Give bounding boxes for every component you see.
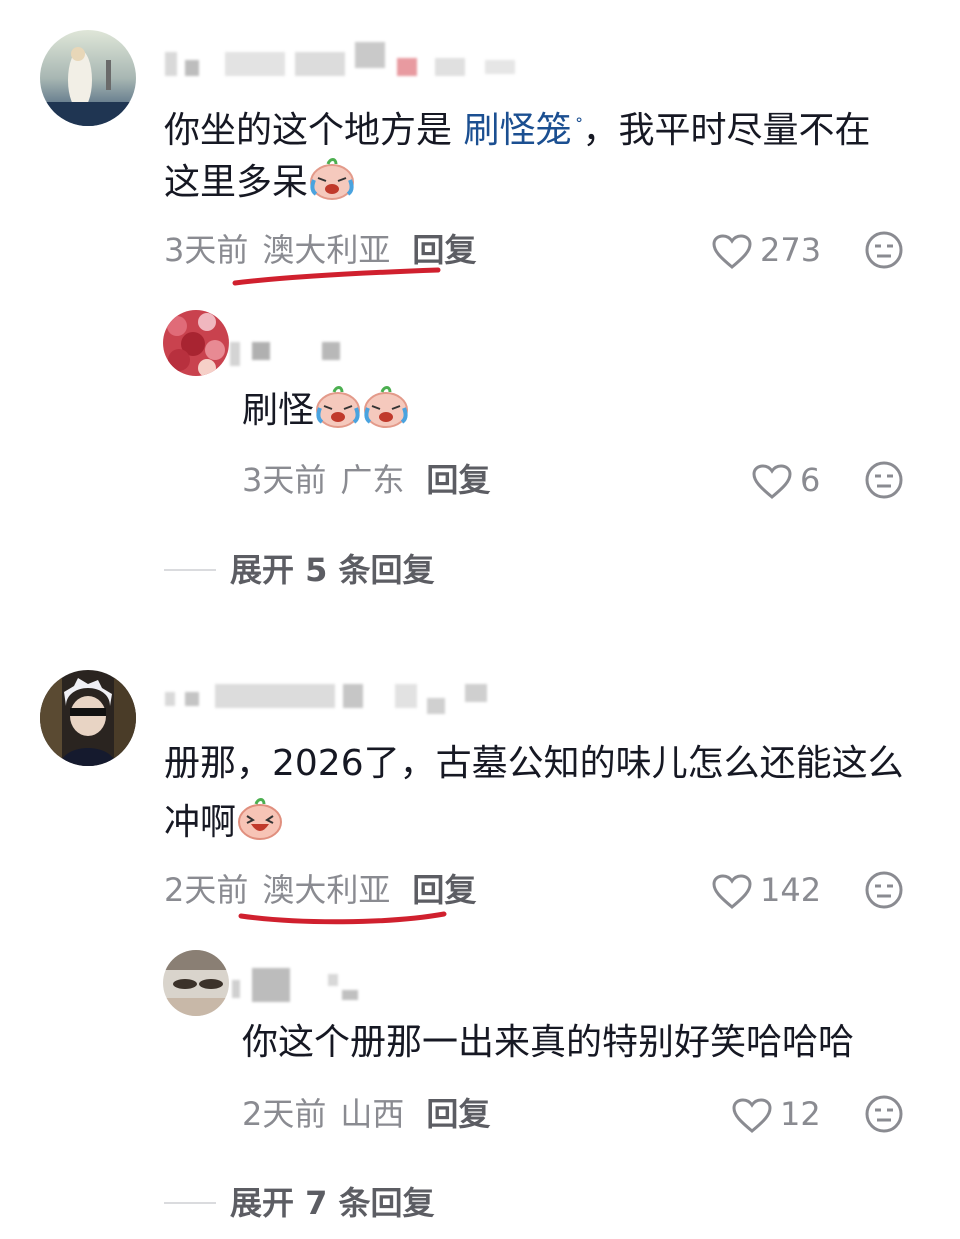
reply-content: 你这个册那一出来真的特别好笑哈哈哈 [242, 1022, 855, 1063]
like-count: 142 [760, 871, 822, 909]
dislike-button[interactable] [864, 1094, 904, 1134]
reply-time: 2天前 [242, 1095, 327, 1133]
username-blurred[interactable] [165, 42, 535, 76]
laughing-emoji-icon [236, 796, 284, 858]
expand-replies-button[interactable]: 展开 7 条回复 [230, 1183, 435, 1223]
heart-outline-icon [732, 1098, 772, 1133]
heart-outline-icon [712, 874, 752, 909]
like-button[interactable]: 12 [732, 1094, 821, 1134]
reply-content: 刷怪 [242, 384, 410, 442]
like-button[interactable]: 273 [712, 230, 821, 270]
comment-content: 你坐的这个地方是 刷怪笼 ᐤ，我平时尽量不在 [164, 94, 871, 160]
expand-replies-button[interactable]: 展开 5 条回复 [230, 550, 435, 590]
reply-text: 刷怪 [242, 390, 315, 431]
reply-username-blurred[interactable] [232, 968, 362, 1002]
neutral-face-icon [865, 1095, 903, 1133]
heart-outline-icon [712, 234, 752, 269]
comment-content-line2: 这里多呆 [164, 153, 356, 218]
like-button[interactable]: 6 [752, 460, 820, 500]
reply-avatar[interactable] [163, 950, 229, 1016]
comment-text: 冲啊 [164, 802, 237, 843]
keyword-link[interactable]: 刷怪笼 [463, 110, 571, 151]
comment-time: 2天前 [164, 871, 249, 909]
expand-divider [164, 569, 216, 571]
comment-text: 这里多呆 [164, 162, 309, 203]
heart-outline-icon [752, 464, 792, 499]
reply-button[interactable]: 回复 [426, 1095, 490, 1133]
comment-text: ，我平时尽量不在 [582, 110, 871, 151]
reply-avatar[interactable] [163, 310, 229, 376]
comment-content-line2: 冲啊 [164, 793, 284, 858]
avatar[interactable] [40, 670, 136, 766]
reply-username-blurred[interactable] [230, 342, 360, 366]
crying-laughing-emoji-icon [308, 156, 356, 218]
reply-button[interactable]: 回复 [426, 461, 490, 499]
red-underline-annotation [232, 267, 441, 286]
dislike-button[interactable] [864, 230, 904, 270]
like-count: 273 [760, 231, 822, 269]
reply-location: 山西 [340, 1095, 405, 1133]
reply-time: 3天前 [242, 461, 327, 499]
comment-content: 册那，2026了，古墓公知的味儿怎么还能这么 [164, 743, 904, 784]
red-underline-annotation [238, 911, 447, 925]
comment-text: 你坐的这个地方是 [164, 110, 464, 151]
like-count: 12 [780, 1095, 821, 1133]
like-count: 6 [800, 461, 821, 499]
dislike-button[interactable] [864, 460, 904, 500]
reply-location: 广东 [340, 461, 405, 499]
reply-meta: 3天前 广东 回复 [242, 460, 490, 500]
avatar[interactable] [40, 30, 136, 126]
neutral-face-icon [865, 871, 903, 909]
dislike-button[interactable] [864, 870, 904, 910]
username-blurred[interactable] [165, 684, 495, 714]
reply-meta: 2天前 山西 回复 [242, 1094, 490, 1134]
neutral-face-icon [865, 231, 903, 269]
crying-laughing-emoji-icon [314, 384, 362, 442]
like-button[interactable]: 142 [712, 870, 821, 910]
expand-divider [164, 1202, 216, 1204]
neutral-face-icon [865, 461, 903, 499]
crying-laughing-emoji-icon [362, 384, 410, 442]
